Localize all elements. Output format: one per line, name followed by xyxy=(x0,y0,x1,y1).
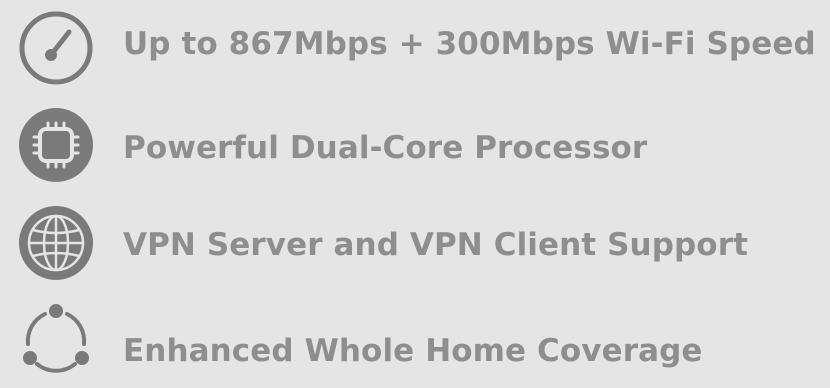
globe-icon xyxy=(18,205,94,281)
feature-item-wifi-speed: Up to 867Mbps + 300Mbps Wi-Fi Speed xyxy=(0,0,830,96)
feature-item-vpn: VPN Server and VPN Client Support xyxy=(0,192,830,288)
feature-label: Up to 867Mbps + 300Mbps Wi-Fi Speed xyxy=(123,26,816,62)
feature-item-coverage: Enhanced Whole Home Coverage xyxy=(0,288,830,384)
feature-list: Up to 867Mbps + 300Mbps Wi-Fi Speed Powe… xyxy=(0,0,830,388)
feature-label: VPN Server and VPN Client Support xyxy=(123,227,749,263)
feature-label: Powerful Dual-Core Processor xyxy=(123,130,648,166)
network-nodes-icon xyxy=(18,302,94,378)
feature-label: Enhanced Whole Home Coverage xyxy=(123,333,703,369)
feature-item-processor: Powerful Dual-Core Processor xyxy=(0,96,830,192)
speedometer-icon xyxy=(18,10,94,86)
processor-chip-icon xyxy=(18,107,94,183)
